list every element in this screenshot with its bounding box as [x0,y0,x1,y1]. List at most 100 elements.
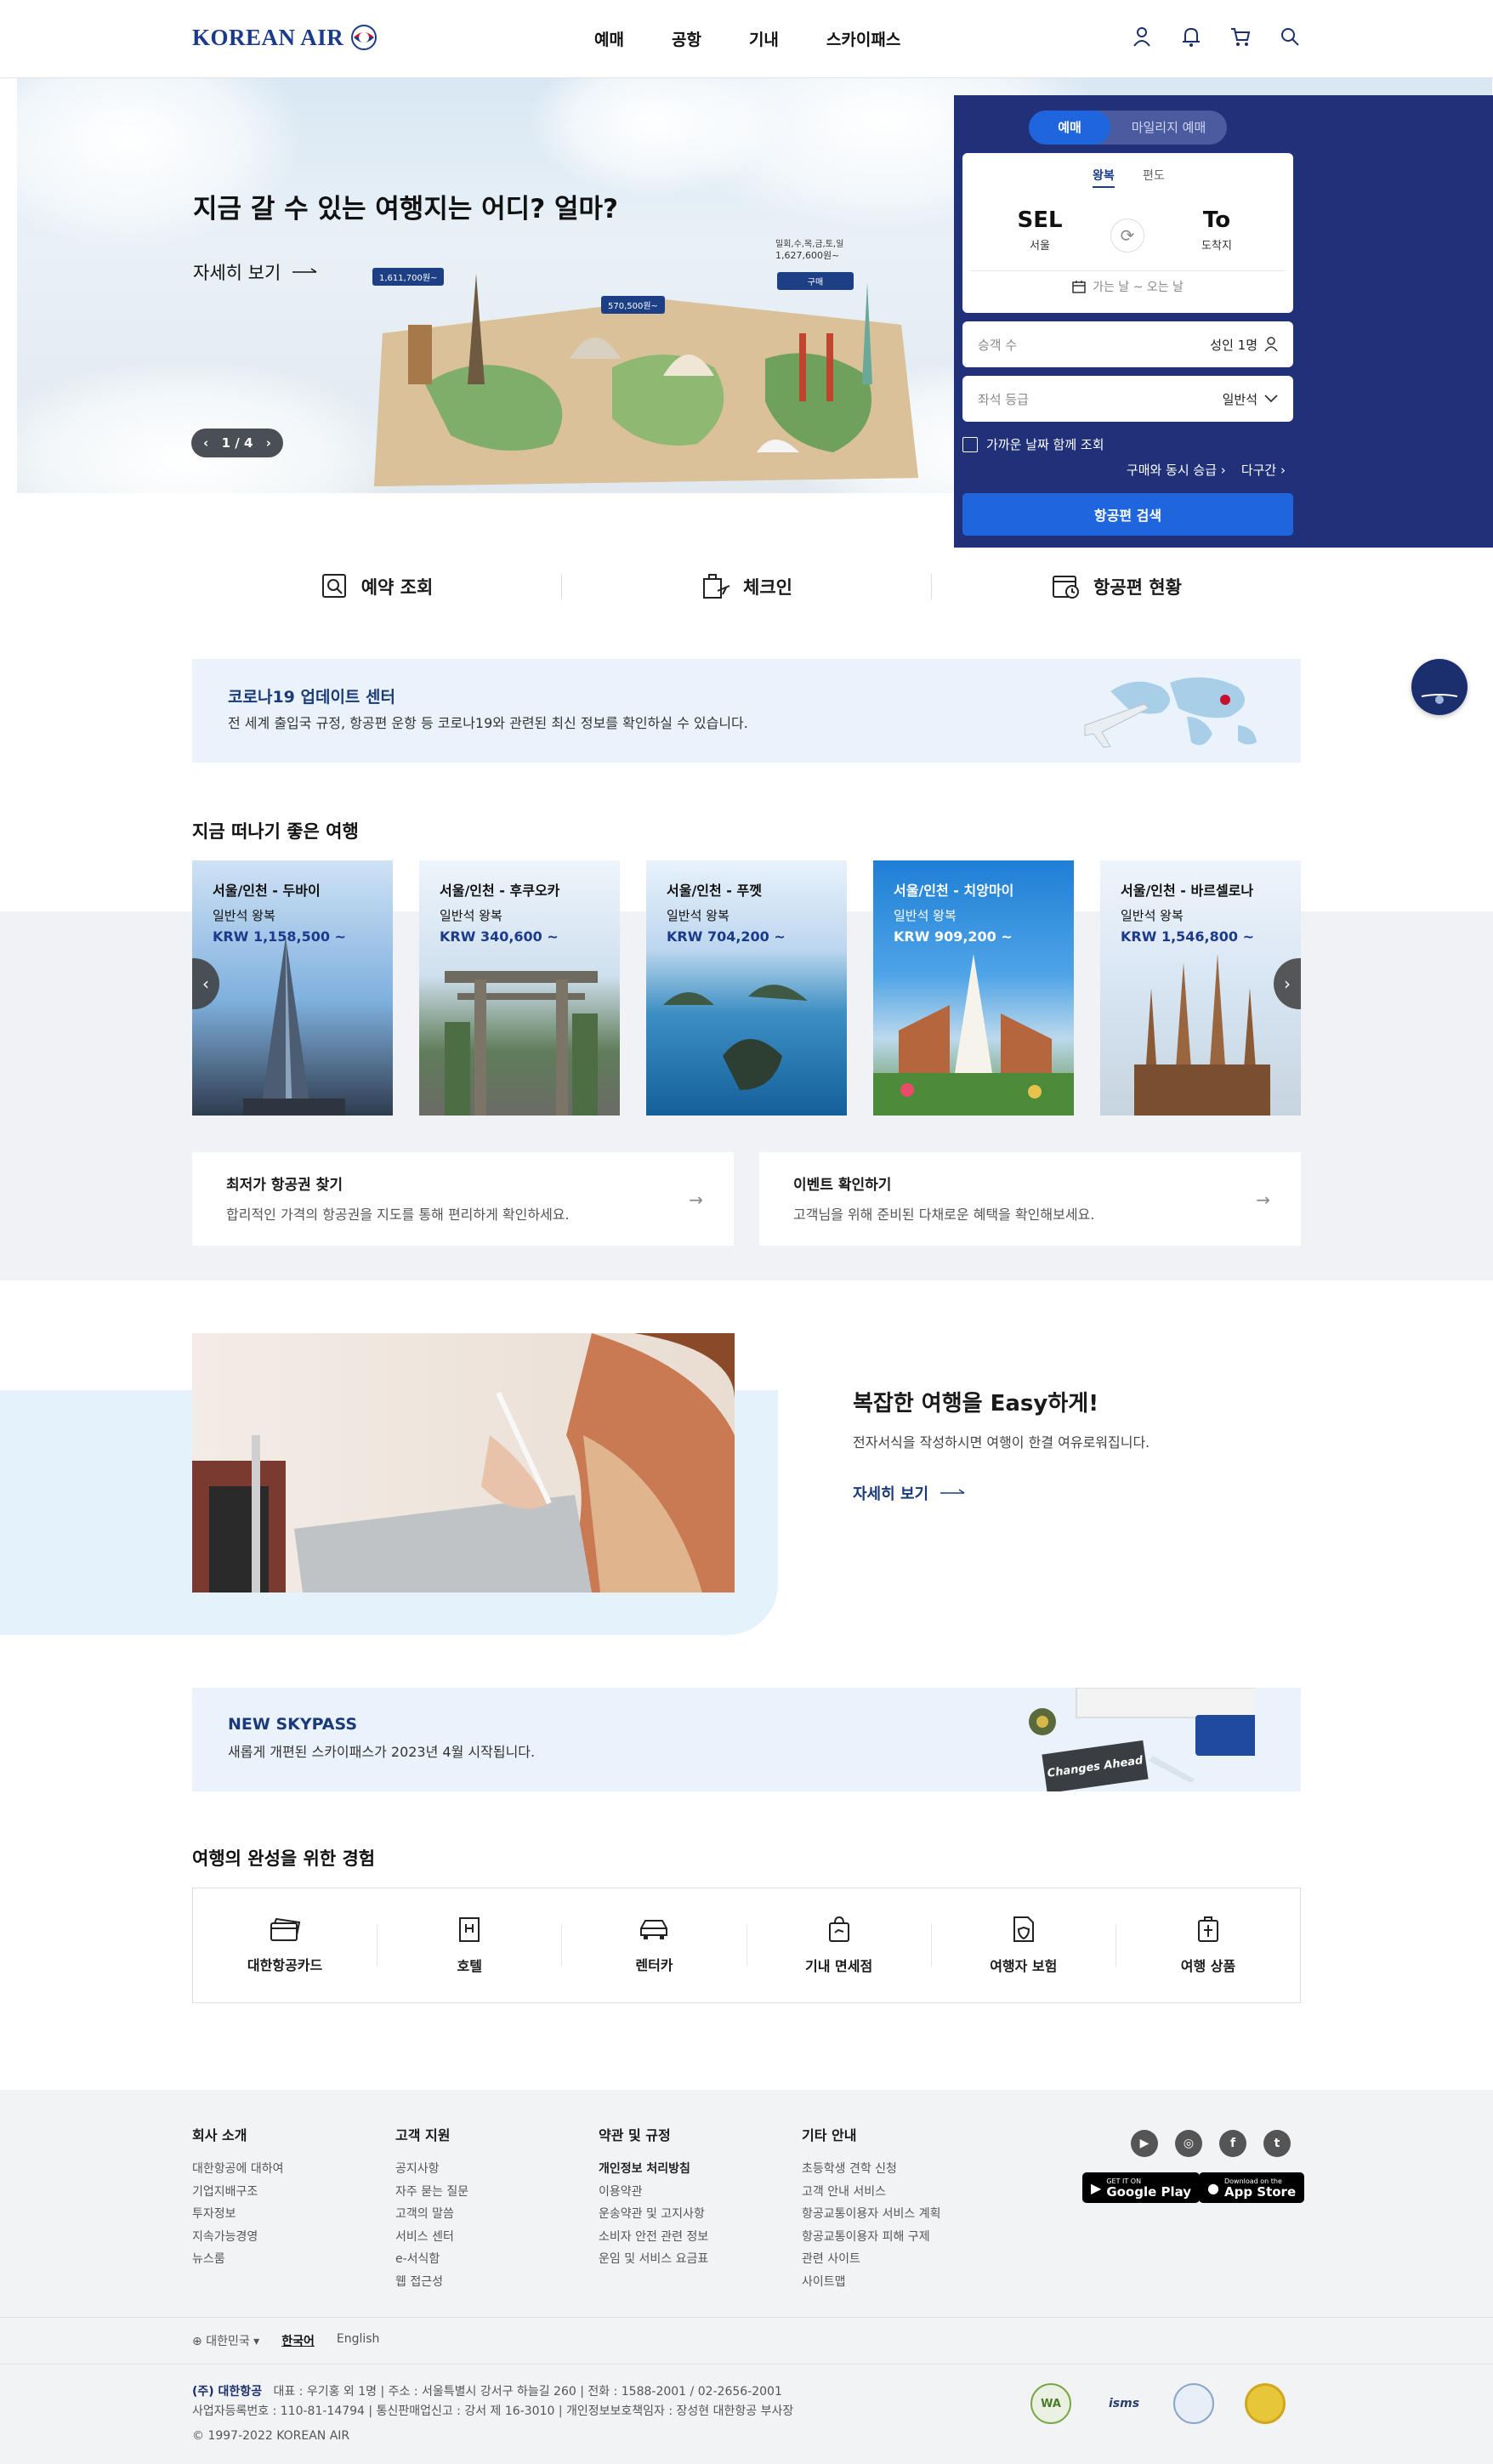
skypass-desc: 새롭게 개편된 스카이패스가 2023년 4월 시작됩니다. [228,1744,536,1760]
footer-link[interactable]: 소비자 안전 관련 정보 [599,2226,708,2249]
footer-link[interactable]: 자주 묻는 질문 [395,2181,468,2204]
cabin-class-select[interactable]: 좌석 등급 일반석 [962,376,1293,422]
next-slide-icon[interactable]: › [266,435,271,451]
twitter-icon[interactable]: t [1263,2130,1291,2157]
service-label: 기내 면세점 [805,1958,873,1974]
nav-skypass[interactable]: 스카이패스 [826,27,900,50]
easy-photo [192,1333,735,1593]
arrow-right-icon: → [1256,1189,1270,1210]
arrival-airport[interactable]: To 도착지 [1178,207,1255,253]
nav-booking[interactable]: 예매 [594,27,624,50]
lang-english[interactable]: English [337,2332,380,2349]
service-insurance-item[interactable]: 여행자 보험 [932,1916,1115,1975]
trip-oneway[interactable]: 편도 [1143,167,1165,184]
instagram-icon[interactable]: ◎ [1175,2130,1202,2157]
nav-airport[interactable]: 공항 [672,27,701,50]
footer-link[interactable]: 기업지배구조 [192,2181,284,2204]
multicity-link[interactable]: 다구간 › [1241,461,1286,479]
footer-link[interactable]: 관련 사이트 [802,2248,940,2271]
destination-route: 서울/인천 - 치앙마이 [894,883,1014,899]
footer-link[interactable]: 개인정보 처리방침 [599,2158,708,2181]
destination-card[interactable]: 서울/인천 - 푸껫 일반석 왕복 KRW 704,200 ~ [646,860,847,1116]
privacy-cert-icon [1173,2383,1214,2424]
service-rentcar-item[interactable]: 렌터카 [562,1916,746,1974]
trip-roundtrip[interactable]: 왕복 [1093,167,1115,188]
destination-cabin: 일반석 왕복 [1121,908,1184,923]
google-play-button[interactable]: ▶ GET IT ON Google Play [1082,2172,1201,2203]
footer-link[interactable]: 지속가능경영 [192,2226,284,2249]
footer-link[interactable]: 뉴스룸 [192,2248,284,2271]
country-select[interactable]: ⊕ 대한민국 ▾ [192,2332,259,2349]
nearby-dates-checkbox[interactable]: 가까운 날짜 함께 조회 [962,435,1104,453]
destination-card[interactable]: 서울/인천 - 바르셀로나 일반석 왕복 KRW 1,546,800 ~ [1100,860,1301,1116]
footer-link[interactable]: 웹 접근성 [395,2271,468,2294]
skypass-banner[interactable]: NEW SKYPASS 새롭게 개편된 스카이패스가 2023년 4월 시작됩니… [192,1688,1301,1791]
covid-banner[interactable]: 코로나19 업데이트 센터 전 세계 출입국 규정, 항공편 운항 등 코로나1… [192,659,1301,763]
service-card-item[interactable]: 대한항공카드 [193,1916,377,1974]
footer-link[interactable]: 이용약관 [599,2181,708,2204]
price-tag[interactable]: 1,611,700원~ [372,268,445,286]
youtube-icon[interactable]: ▶ [1131,2130,1158,2157]
destination-route: 서울/인천 - 바르셀로나 [1121,883,1254,899]
lang-korean[interactable]: 한국어 [281,2332,315,2349]
user-icon[interactable] [1131,26,1153,48]
upgrade-link[interactable]: 구매와 동시 승급 › [1127,461,1226,479]
tab-mileage-booking[interactable]: 마일리지 예매 [1110,111,1227,145]
insurance-doc-icon [1013,1916,1034,1942]
footer-link[interactable]: 대한항공에 대하여 [192,2158,284,2181]
footer-divider [0,2364,1493,2365]
footer-link[interactable]: 초등학생 견학 신청 [802,2158,940,2181]
destination-card[interactable]: 서울/인천 - 후쿠오카 일반석 왕복 KRW 340,600 ~ [419,860,620,1116]
swap-icon[interactable]: ⟳ [1110,219,1144,253]
credit-card-icon [270,1917,301,1941]
app-store-button[interactable]: ● Download on the App Store [1199,2172,1305,2203]
taeguk-logo-icon [351,25,378,50]
footer-link[interactable]: e-서식함 [395,2248,468,2271]
destination-card[interactable]: 서울/인천 - 치앙마이 일반석 왕복 KRW 909,200 ~ [873,860,1074,1116]
footer-link[interactable]: 고객 안내 서비스 [802,2181,940,2204]
bell-icon[interactable] [1180,26,1202,48]
facebook-icon[interactable]: f [1219,2130,1246,2157]
lowest-fare-card[interactable]: 최저가 항공권 찾기 합리적인 가격의 항공권을 지도를 통해 편리하게 확인하… [192,1152,734,1246]
floating-chatbot-button[interactable] [1411,659,1467,715]
arrow-right-icon: → [689,1189,703,1210]
footer-link[interactable]: 고객의 말씀 [395,2203,468,2226]
reservation-lookup-button[interactable]: 예약 조회 [192,561,561,612]
checkin-button[interactable]: 체크인 [562,561,931,612]
prev-slide-icon[interactable]: ‹ [203,435,208,451]
flight-status-button[interactable]: 항공편 현황 [932,561,1301,612]
corp-line2: 사업자등록번호 : 110-81-14794 | 통신판매업신고 : 강서 제 … [192,2404,794,2418]
events-card[interactable]: 이벤트 확인하기 고객님을 위해 준비된 다채로운 혜택을 확인해보세요. → [759,1152,1301,1246]
easy-more-link[interactable]: 자세히 보기 [853,1482,966,1504]
passenger-select[interactable]: 승객 수 성인 1명 [962,321,1293,367]
footer-link[interactable]: 운송약관 및 고지사항 [599,2203,708,2226]
destination-card[interactable]: 서울/인천 - 두바이 일반석 왕복 KRW 1,158,500 ~ [192,860,393,1116]
booking-panel: 예매 마일리지 예매 왕복 편도 SEL 서울 ⟳ To 도착지 가는 날 ~ … [954,95,1493,548]
search-icon[interactable] [1279,26,1301,48]
footer-link[interactable]: 항공교통이용자 서비스 계획 [802,2203,940,2226]
footer-link[interactable]: 서비스 센터 [395,2226,468,2249]
footer-link[interactable]: 공지사항 [395,2158,468,2181]
flight-search-button[interactable]: 항공편 검색 [962,493,1293,536]
header: KOREAN AIR 예매 공항 기내 스카이패스 [0,0,1493,78]
footer-link[interactable]: 사이트맵 [802,2271,940,2294]
tab-booking[interactable]: 예매 [1029,111,1110,145]
footer-link[interactable]: 투자정보 [192,2203,284,2226]
footer-link[interactable]: 항공교통이용자 피해 구제 [802,2226,940,2249]
service-dutyfree-item[interactable]: 기내 면세점 [747,1916,931,1975]
footer-col-etc: 기타 안내 초등학생 견학 신청 고객 안내 서비스 항공교통이용자 서비스 계… [802,2124,940,2293]
destination-route: 서울/인천 - 후쿠오카 [440,883,560,899]
price-tag[interactable]: 570,500원~ [601,296,665,314]
checkbox-icon[interactable] [962,436,978,452]
destination-cabin: 일반석 왕복 [213,908,275,923]
cart-icon[interactable] [1229,26,1252,48]
nav-inflight[interactable]: 기내 [749,27,779,50]
departure-airport[interactable]: SEL 서울 [1002,207,1078,253]
date-picker[interactable]: 가는 날 ~ 오는 날 [971,270,1285,301]
service-travel-item[interactable]: 여행 상품 [1116,1916,1300,1975]
hero-more-link[interactable]: 자세히 보기 [193,259,318,285]
service-hotel-item[interactable]: 호텔 [378,1916,561,1975]
footer-link[interactable]: 운임 및 서비스 요금표 [599,2248,708,2271]
korean-air-logo[interactable]: KOREAN AIR [192,24,378,51]
buy-tag[interactable]: 구매 [777,272,854,290]
